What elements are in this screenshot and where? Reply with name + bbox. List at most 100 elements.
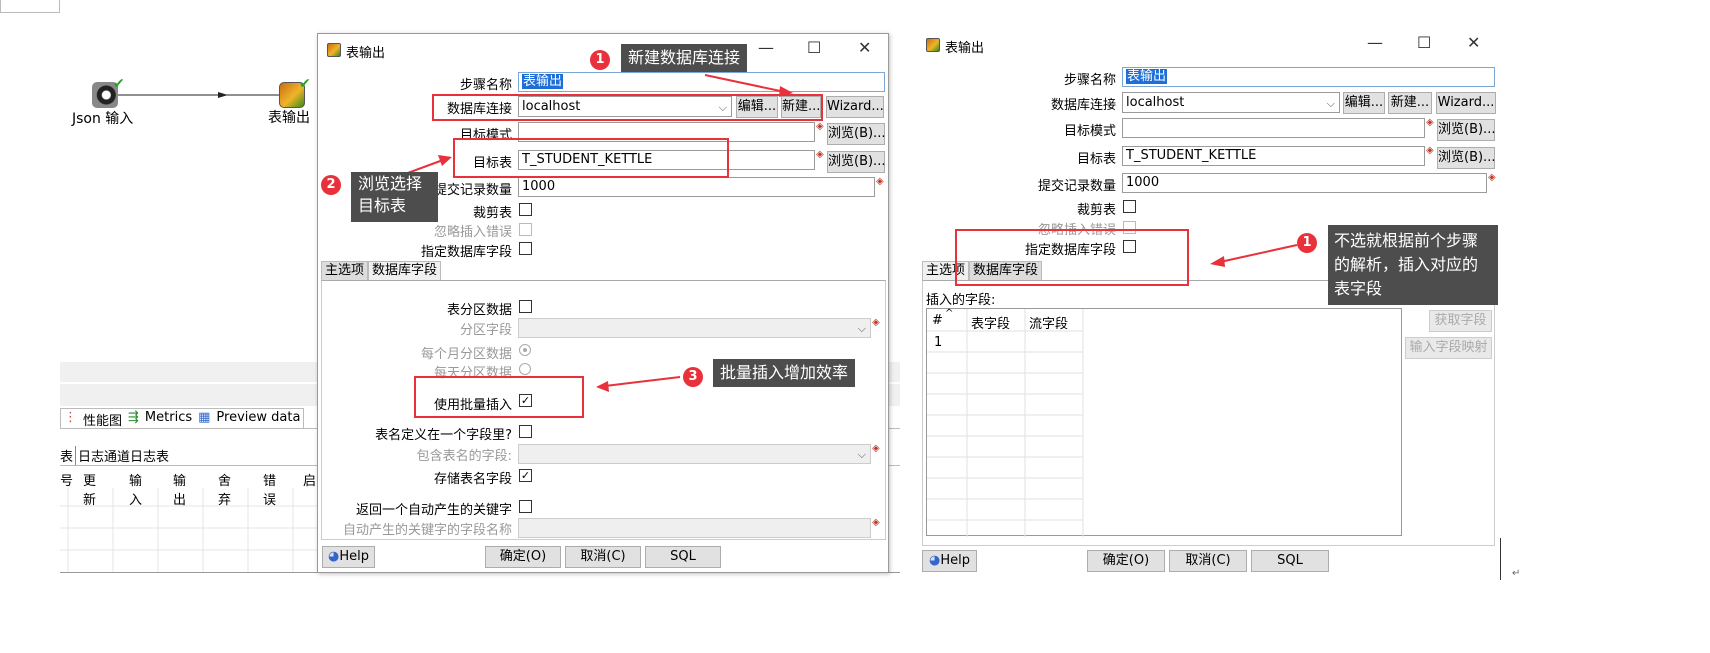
log-tabs: 表 日志通道日志表 <box>60 446 169 465</box>
step-name-input[interactable]: 表输出 <box>1122 67 1495 87</box>
json-input-step-label: Json 输入 <box>72 111 134 127</box>
chevron-down-icon: ⌵ <box>857 448 866 461</box>
db-connection-select[interactable]: localhost ⌵ <box>1122 92 1340 113</box>
top-left-frame <box>0 0 60 13</box>
annotation-arrows <box>1210 244 1298 267</box>
variable-icon: ◈ <box>1426 145 1434 156</box>
tablename-field-label: 包含表名的字段: <box>416 449 512 464</box>
sql-button[interactable]: SQL <box>645 546 721 568</box>
variable-icon: ◈ <box>872 443 880 454</box>
return-mark-icon: ↵ <box>1512 568 1521 579</box>
key-field-input[interactable] <box>518 518 871 538</box>
wizard-button[interactable]: Wizard... <box>826 96 884 118</box>
cancel-button[interactable]: 取消(C) <box>1169 550 1247 572</box>
row-number: 1 <box>934 335 943 350</box>
annotation-arrows <box>380 74 793 392</box>
cancel-button[interactable]: 取消(C) <box>565 546 641 568</box>
key-field-label: 自动产生的关键字的字段名称 <box>342 523 512 538</box>
col-num-header[interactable]: # <box>932 313 943 328</box>
ok-button[interactable]: 确定(O) <box>1087 550 1165 572</box>
commit-size-input[interactable]: 1000 <box>1122 173 1487 193</box>
close-icon[interactable]: ✕ <box>858 38 871 57</box>
db-connection-label: 数据库连接 <box>1050 98 1116 113</box>
table-output-icon <box>926 38 940 52</box>
col-header: 启 <box>303 474 317 489</box>
truncate-label: 裁剪表 <box>1076 203 1116 218</box>
help-icon: ◕ <box>328 549 340 564</box>
store-tablename-label: 存储表名字段 <box>433 472 512 487</box>
variable-icon: ◈ <box>1488 172 1496 183</box>
chevron-down-icon: ⌵ <box>857 322 866 335</box>
callout-line: 的解析，插入对应的 <box>1334 255 1479 274</box>
maximize-icon[interactable]: ☐ <box>1417 33 1431 52</box>
target-table-input[interactable]: T_STUDENT_KETTLE <box>1122 146 1425 166</box>
help-button[interactable]: ◕Help <box>322 546 375 568</box>
check-icon: ✔ <box>299 76 311 92</box>
ok-button[interactable]: 确定(O) <box>485 546 561 568</box>
tab-performance[interactable]: 性能图 <box>83 410 122 429</box>
tablename-in-field-label: 表名定义在一个字段里? <box>375 428 512 443</box>
variable-icon: ◈ <box>872 317 880 328</box>
sql-button[interactable]: SQL <box>1251 550 1329 572</box>
insert-fields-label: 插入的字段: <box>926 293 996 308</box>
variable-icon: ◈ <box>816 121 824 132</box>
return-key-checkbox[interactable] <box>519 500 532 513</box>
highlight-specify-fields <box>955 229 1189 286</box>
col-header: 号 <box>60 474 74 489</box>
fields-table[interactable]: # ^ 表字段 流字段 1 <box>926 308 1402 537</box>
tab-preview[interactable]: Preview data <box>216 410 300 427</box>
annotation-callout: 不选就根据前个步骤 的解析，插入对应的 表字段 <box>1328 225 1498 305</box>
return-key-label: 返回一个自动产生的关键字 <box>355 503 512 518</box>
divider <box>1500 538 1501 580</box>
fields-grid <box>927 309 1084 537</box>
commit-size-label: 提交记录数量 <box>1037 179 1116 194</box>
variable-icon: ◈ <box>876 176 884 187</box>
tablename-in-field-checkbox[interactable] <box>519 425 532 438</box>
log-grid <box>60 488 320 572</box>
table-output-icon <box>327 43 341 57</box>
close-icon[interactable]: ✕ <box>1467 33 1480 52</box>
annotation-number: 3 <box>683 367 703 387</box>
target-schema-label: 目标模式 <box>1063 124 1116 139</box>
wizard-button[interactable]: Wizard... <box>1436 92 1496 114</box>
log-tab-channel[interactable]: 日志通道日志表 <box>76 446 169 465</box>
annotation-number: 1 <box>590 50 610 70</box>
check-icon: ✔ <box>113 76 125 92</box>
variable-icon: ◈ <box>1426 117 1434 128</box>
log-tab-table[interactable]: 表 <box>60 446 77 465</box>
col-stream-field-header[interactable]: 流字段 <box>1029 313 1068 332</box>
new-connection-button[interactable]: 新建... <box>1388 92 1432 114</box>
store-tablename-checkbox[interactable]: ✓ <box>519 469 532 482</box>
chevron-down-icon: ⌵ <box>1326 97 1335 110</box>
callout-line: 不选就根据前个步骤 <box>1334 231 1479 250</box>
get-fields-button[interactable]: 获取字段 <box>1429 310 1492 332</box>
variable-icon: ◈ <box>872 517 880 528</box>
browse-table-button[interactable]: 浏览(B)... <box>1437 147 1495 169</box>
sort-up-icon: ^ <box>945 308 954 319</box>
browse-schema-button[interactable]: 浏览(B)... <box>827 123 885 145</box>
callout-line: 表字段 <box>1334 279 1383 298</box>
col-table-field-header[interactable]: 表字段 <box>971 313 1010 332</box>
dialog-title: 表输出 <box>945 41 985 56</box>
truncate-checkbox[interactable] <box>1123 200 1136 213</box>
help-button[interactable]: ◕Help <box>922 550 977 572</box>
target-schema-input[interactable] <box>1122 118 1425 138</box>
variable-icon: ◈ <box>816 149 824 160</box>
browse-schema-button[interactable]: 浏览(B)... <box>1437 119 1495 141</box>
map-fields-button[interactable]: 输入字段映射 <box>1405 337 1492 359</box>
browse-table-button[interactable]: 浏览(B)... <box>827 151 885 173</box>
tab-main-options[interactable]: 主选项 <box>321 261 369 280</box>
annotation-number: 2 <box>321 175 341 195</box>
edit-connection-button[interactable]: 编辑... <box>1343 92 1385 114</box>
callout-line: 目标表 <box>358 196 407 215</box>
tablename-field-select[interactable]: ⌵ <box>518 444 871 464</box>
tab-metrics[interactable]: Metrics <box>145 410 192 427</box>
table-output-step-label: 表输出 <box>268 110 310 126</box>
step-name-label: 步骤名称 <box>1063 73 1116 88</box>
bottom-tabs: ⋮ 性能图 ⇶ Metrics ▦ Preview data <box>60 408 305 429</box>
minimize-icon[interactable]: — <box>1367 33 1383 52</box>
target-table-label: 目标表 <box>1076 152 1116 167</box>
annotation-callout: 浏览选择 目标表 <box>351 172 438 222</box>
annotation-number: 1 <box>1297 233 1317 253</box>
annotation-callout: 新建数据库连接 <box>621 44 748 72</box>
